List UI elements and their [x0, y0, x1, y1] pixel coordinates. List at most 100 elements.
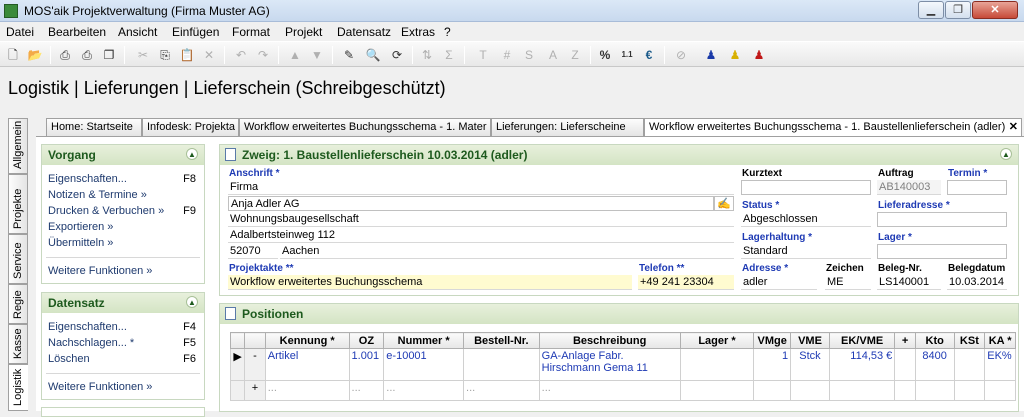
- menu-datensatz[interactable]: Datensatz: [337, 25, 391, 39]
- hash-icon[interactable]: #: [498, 46, 516, 64]
- cell-bestell[interactable]: [463, 348, 540, 381]
- beleg-nr-field[interactable]: LS140001: [877, 275, 941, 290]
- table-row[interactable]: + ... ... ... ... ...: [229, 380, 1016, 401]
- cell-oz[interactable]: ...: [348, 380, 385, 401]
- menu-projekt[interactable]: Projekt: [285, 25, 322, 39]
- decimal-icon[interactable]: 1.1: [618, 46, 636, 64]
- signature-icon[interactable]: ✍: [714, 196, 734, 211]
- menu-einfuegen[interactable]: Einfügen: [172, 25, 219, 39]
- open-folder-icon[interactable]: 📂: [26, 46, 44, 64]
- datensatz-eigenschaften-link[interactable]: Eigenschaften...: [48, 321, 127, 333]
- redo-icon[interactable]: ↷: [254, 46, 272, 64]
- cell-kst[interactable]: [953, 348, 986, 381]
- vtab-regie[interactable]: Regie: [8, 284, 28, 324]
- cell-beschreibung[interactable]: GA-Anlage Fabr. Hirschmann Gema 11: [538, 348, 681, 381]
- vtab-service[interactable]: Service: [8, 234, 28, 284]
- anschrift-line-4[interactable]: Adalbertsteinweg 112: [228, 228, 734, 243]
- sort-icon[interactable]: ⇅: [418, 46, 436, 64]
- user-blue-icon[interactable]: ♟: [702, 46, 720, 64]
- cut-icon[interactable]: ✂: [134, 46, 152, 64]
- vtab-allgemein[interactable]: Allgemein: [8, 118, 28, 174]
- cell-lager[interactable]: [679, 380, 755, 401]
- anschrift-line-1[interactable]: Firma: [228, 180, 734, 195]
- menu-help[interactable]: ?: [444, 25, 451, 39]
- menu-format[interactable]: Format: [232, 25, 270, 39]
- column-header-vmge[interactable]: VMge: [753, 332, 792, 349]
- cell-vmge[interactable]: [753, 380, 792, 401]
- restore-button[interactable]: ❐: [945, 1, 971, 19]
- tab-infodesk[interactable]: Infodesk: Projekta: [142, 118, 239, 136]
- column-header-oz[interactable]: OZ: [348, 332, 385, 349]
- currency-icon[interactable]: €: [640, 46, 658, 64]
- column-header-vme[interactable]: VME: [790, 332, 830, 349]
- column-header-lager[interactable]: Lager *: [679, 332, 755, 349]
- sum-icon[interactable]: Σ: [440, 46, 458, 64]
- expand-row-icon[interactable]: +: [244, 380, 266, 401]
- cell-lager[interactable]: [679, 348, 755, 381]
- kurztext-field[interactable]: [741, 180, 871, 195]
- menu-extras[interactable]: Extras: [401, 25, 435, 39]
- column-header-bestell[interactable]: Bestell-Nr.: [463, 332, 540, 349]
- undo-icon[interactable]: ↶: [232, 46, 250, 64]
- anschrift-line-3[interactable]: Wohnungsbaugesellschaft: [228, 212, 734, 227]
- a-icon[interactable]: A: [544, 46, 562, 64]
- cell-kto[interactable]: 8400: [914, 348, 955, 381]
- cancel-link-icon[interactable]: ⊘: [672, 46, 690, 64]
- cell-ka[interactable]: EK%: [984, 348, 1016, 381]
- print-icon[interactable]: ⎙: [78, 46, 96, 64]
- vorgang-more-link[interactable]: Weitere Funktionen »: [48, 265, 152, 277]
- telefon-field[interactable]: +49 241 23304: [638, 275, 734, 290]
- text-style-icon[interactable]: T: [474, 46, 492, 64]
- copy-icon[interactable]: ⎘: [156, 46, 174, 64]
- z-icon[interactable]: Z: [566, 46, 584, 64]
- vtab-logistik[interactable]: Logistik: [8, 364, 28, 411]
- refresh-icon[interactable]: ⟳: [388, 46, 406, 64]
- vtab-kasse[interactable]: Kasse: [8, 324, 28, 364]
- lagerhaltung-field[interactable]: Standard: [741, 244, 871, 259]
- user-red-icon[interactable]: ♟: [750, 46, 768, 64]
- s-icon[interactable]: S: [520, 46, 538, 64]
- cell-vme[interactable]: [790, 380, 830, 401]
- collapse-row-icon[interactable]: -: [244, 348, 266, 381]
- paste-icon[interactable]: 📋: [178, 46, 196, 64]
- datensatz-more-link[interactable]: Weitere Funktionen »: [48, 381, 152, 393]
- column-header-kst[interactable]: KSt: [953, 332, 986, 349]
- copy-pages-icon[interactable]: ❐: [100, 46, 118, 64]
- tab-home[interactable]: Home: Startseite: [46, 118, 142, 136]
- collapse-icon[interactable]: ▲: [186, 148, 198, 160]
- cell-oz[interactable]: 1.001: [348, 348, 385, 381]
- column-header-kto[interactable]: Kto: [914, 332, 955, 349]
- pencil-icon[interactable]: ✎: [340, 46, 358, 64]
- vorgang-uebermitteln-link[interactable]: Übermitteln »: [48, 237, 113, 249]
- column-header-ek[interactable]: EK/VME: [828, 332, 896, 349]
- cell-beschreibung[interactable]: ...: [538, 380, 681, 401]
- delete-icon[interactable]: ✕: [200, 46, 218, 64]
- print-preview-icon[interactable]: ⎙: [56, 46, 74, 64]
- minimize-button[interactable]: ▁: [918, 1, 944, 19]
- tab-workflow-material[interactable]: Workflow erweitertes Buchungsschema - 1.…: [239, 118, 491, 136]
- cell-kennung[interactable]: Artikel: [264, 348, 350, 381]
- close-button[interactable]: ✕: [972, 1, 1018, 19]
- datensatz-loeschen-link[interactable]: Löschen: [48, 353, 90, 365]
- cell-plus[interactable]: [894, 380, 916, 401]
- plz-field[interactable]: 52070: [228, 244, 278, 259]
- close-tab-icon[interactable]: ✕: [1009, 119, 1018, 135]
- find-icon[interactable]: 🔍: [364, 46, 382, 64]
- ort-field[interactable]: Aachen: [280, 244, 734, 259]
- cell-ka[interactable]: [984, 380, 1016, 401]
- tab-workflow-baustelle[interactable]: Workflow erweitertes Buchungsschema - 1.…: [644, 118, 1022, 137]
- collapse-icon[interactable]: ▲: [1000, 148, 1012, 160]
- projektakte-field[interactable]: Workflow erweitertes Buchungsschema: [228, 275, 632, 290]
- menu-bearbeiten[interactable]: Bearbeiten: [48, 25, 106, 39]
- cell-kennung[interactable]: ...: [264, 380, 350, 401]
- anschrift-line-2[interactable]: Anja Adler AG: [228, 196, 714, 211]
- percent-icon[interactable]: %: [596, 46, 614, 64]
- cell-ek[interactable]: 114,53 €: [828, 348, 896, 381]
- status-field[interactable]: Abgeschlossen: [741, 212, 871, 227]
- collapse-icon[interactable]: ▲: [186, 296, 198, 308]
- adresse-field[interactable]: adler: [741, 275, 817, 290]
- vorgang-notizen-link[interactable]: Notizen & Termine »: [48, 189, 147, 201]
- vtab-projekte[interactable]: Projekte: [8, 174, 28, 234]
- move-up-icon[interactable]: ▲: [286, 46, 304, 64]
- row-marker[interactable]: ▶: [229, 348, 246, 381]
